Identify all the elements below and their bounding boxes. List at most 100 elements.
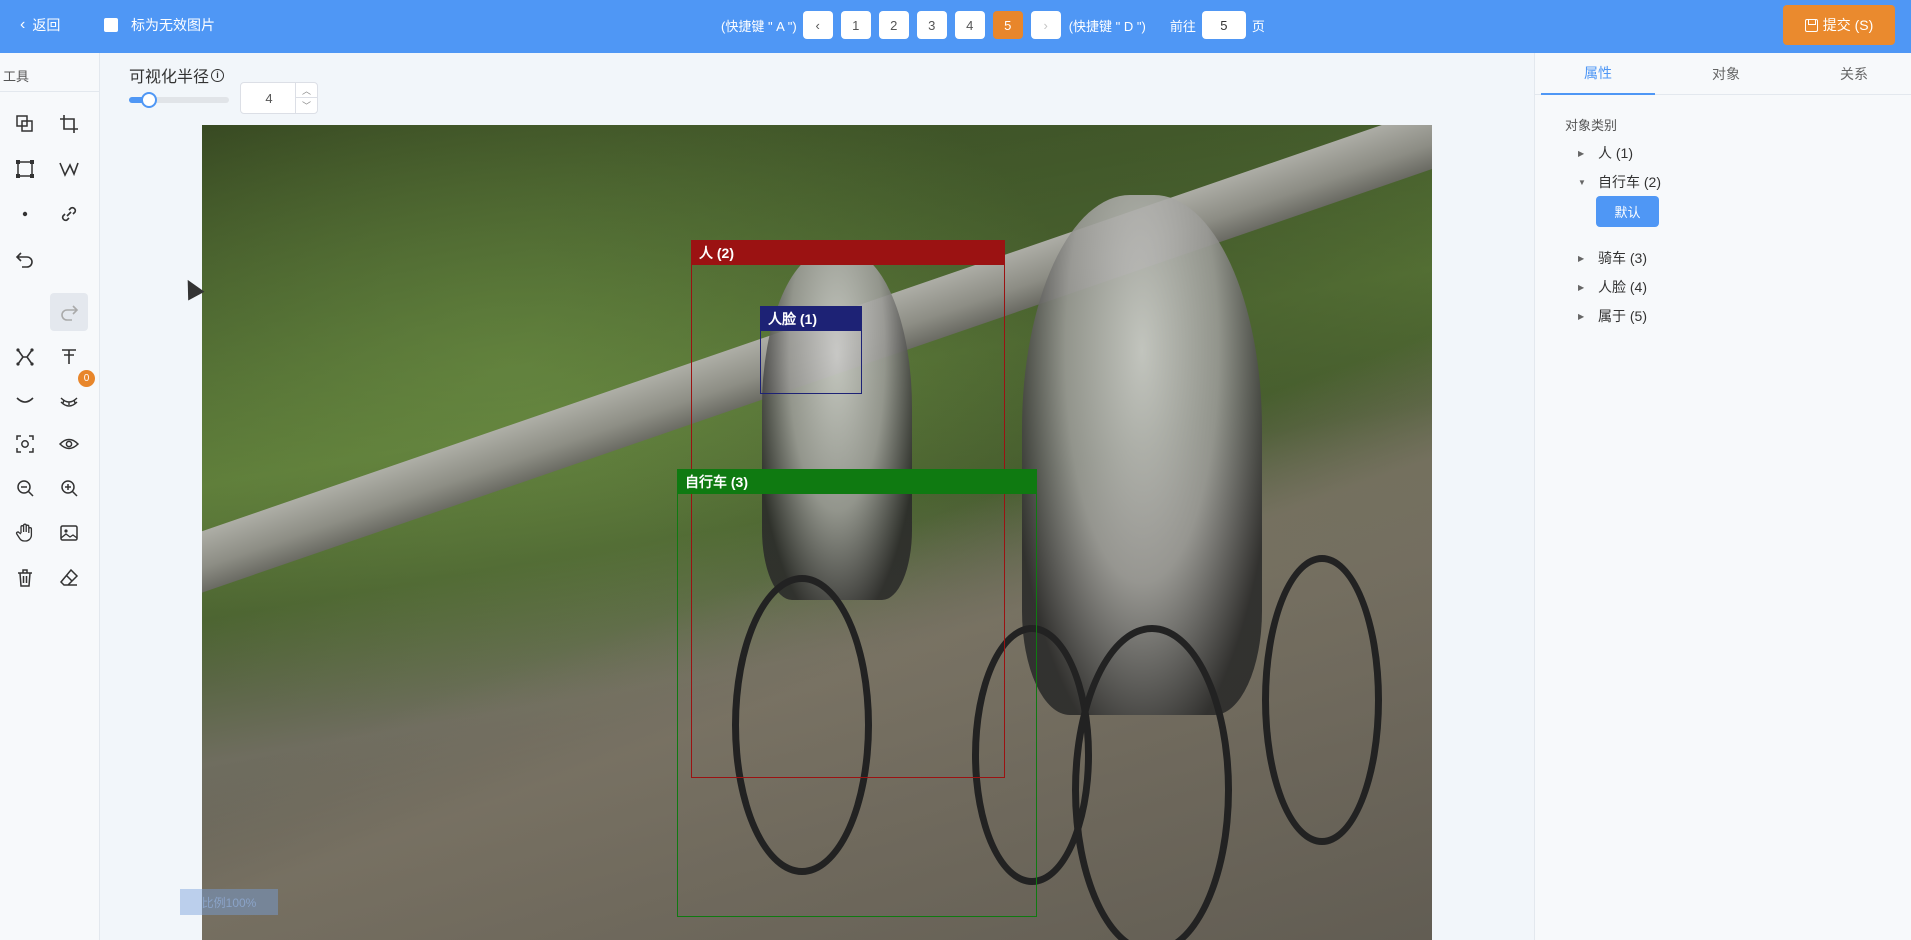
copy-shape-tool[interactable] [6,105,44,143]
radius-slider[interactable] [129,92,229,108]
page-3-button[interactable]: 3 [916,11,947,39]
eye-icon [58,438,80,450]
pan-tool[interactable] [6,514,44,552]
visual-radius-text: 可视化半径 [129,69,210,86]
image-icon [60,525,78,541]
tab-attributes[interactable]: 属性 [1541,53,1655,95]
keypoints-icon [16,348,34,366]
polyline-tool[interactable] [50,150,88,188]
crop-tool[interactable] [50,105,88,143]
top-bar: ‹ 返回 标为无效图片 (快捷键 " A ") ‹ 1 2 3 4 5 › (快… [0,0,1911,53]
redo-tool[interactable] [50,293,88,331]
rectangle-tool[interactable] [6,150,44,188]
back-label: 返回 [32,17,61,33]
caret-right-icon[interactable]: ▶ [1578,312,1598,321]
chevron-left-icon: ‹ [815,17,820,33]
mouse-cursor-icon [181,277,203,299]
wheel-right-rear [1262,555,1382,845]
increment-button[interactable]: ︿ [296,83,317,98]
point-icon [22,211,28,217]
panel-tabs: 属性 对象 关系 [1535,53,1911,95]
page-5-button[interactable]: 5 [992,11,1023,39]
eraser-tool[interactable] [50,559,88,597]
tab-relations[interactable]: 关系 [1797,53,1911,95]
zoom-indicator: 比例100% [180,889,278,915]
rectangle-icon [16,160,34,178]
bbox-bicycle[interactable]: 自行车 (3) [677,469,1037,917]
object-category-title: 对象类别 [1565,118,1618,133]
focus-tool[interactable] [6,425,44,463]
bbox-face[interactable]: 人脸 (1) [760,306,862,394]
chevron-left-icon: ‹ [20,16,26,33]
bbox-bicycle-label: 自行车 (3) [678,470,1036,494]
save-icon [1804,18,1818,32]
chevron-down-icon: ﹀ [301,101,311,111]
caret-right-icon[interactable]: ▶ [1578,254,1598,263]
zoom-in-tool[interactable] [50,469,88,507]
category-label: 自行车 (2) [1598,174,1661,190]
prev-shortcut-hint: (快捷键 " A ") [721,18,797,34]
next-page-button[interactable]: › [1030,11,1061,39]
category-label: 人 (1) [1598,145,1633,161]
zoom-out-tool[interactable] [6,469,44,507]
divider [0,91,100,92]
annotation-image[interactable]: 人 (2) 人脸 (1) 自行车 (3) [202,125,1432,940]
info-icon[interactable]: i [211,68,225,82]
text-icon [62,349,76,364]
mark-invalid-checkbox[interactable]: 标为无效图片 [104,15,215,35]
copy-shape-icon [16,115,33,132]
keypoints-tool[interactable] [6,338,44,376]
focus-icon [16,435,34,453]
tool-title: 工具 [3,69,30,84]
tab-objects[interactable]: 对象 [1669,53,1783,95]
trash-icon [18,569,32,587]
caret-right-icon[interactable]: ▶ [1578,283,1598,292]
delete-tool[interactable] [6,559,44,597]
curve-icon [16,397,34,403]
category-label: 属于 (5) [1598,308,1647,324]
prev-page-button[interactable]: ‹ [802,11,833,39]
radius-value[interactable]: 4 [241,83,297,113]
decrement-button[interactable]: ﹀ [296,98,317,113]
link-icon [61,206,77,222]
link-tool[interactable] [50,195,88,233]
curve-tool[interactable] [6,381,44,419]
category-item-face[interactable]: ▶ 人脸 (4) [1578,276,1647,298]
chevron-up-icon: ︿ [301,85,311,96]
goto-page-input[interactable]: 5 [1201,11,1246,39]
category-item-bicycle[interactable]: ▼ 自行车 (2) [1578,171,1661,193]
caret-down-icon[interactable]: ▼ [1578,178,1598,187]
properties-panel: 属性 对象 关系 对象类别 ▶ 人 (1) ▼ 自行车 (2) 默认 ▶ 骑车 … [1534,53,1911,940]
slider-handle[interactable] [141,92,157,108]
visual-radius-label: 可视化半径 i [129,63,225,87]
tool-sidebar: 工具 0 [0,53,100,940]
wheel-right-front [1072,625,1232,940]
point-tool[interactable] [6,195,44,233]
page-2-button[interactable]: 2 [878,11,909,39]
category-label: 人脸 (4) [1598,279,1647,295]
undo-icon [15,252,33,268]
next-shortcut-hint: (快捷键 " D ") [1068,18,1146,34]
stepper-arrows: ︿ ﹀ [295,83,317,113]
page-4-button[interactable]: 4 [954,11,985,39]
category-item-riding[interactable]: ▶ 骑车 (3) [1578,247,1647,269]
eyelash-icon [60,397,78,407]
category-item-belongs-to[interactable]: ▶ 属于 (5) [1578,305,1647,327]
category-item-person[interactable]: ▶ 人 (1) [1578,142,1633,164]
radius-stepper[interactable]: 4 ︿ ﹀ [240,82,318,114]
checkbox-box[interactable] [104,18,118,32]
redo-icon [61,305,79,321]
visibility-count-badge: 0 [78,370,95,387]
eraser-icon [59,568,79,586]
hand-icon [15,523,33,542]
back-button[interactable]: ‹ 返回 [20,15,60,35]
submit-button[interactable]: 提交 (S) [1783,5,1895,45]
undo-tool[interactable] [6,240,44,278]
eyelash-tool[interactable] [50,381,88,419]
default-attribute-button[interactable]: 默认 [1596,196,1659,227]
polyline-icon [59,162,79,177]
image-tool[interactable] [50,514,88,552]
visibility-tool[interactable] [50,425,88,463]
page-1-button[interactable]: 1 [840,11,871,39]
caret-right-icon[interactable]: ▶ [1578,149,1598,158]
